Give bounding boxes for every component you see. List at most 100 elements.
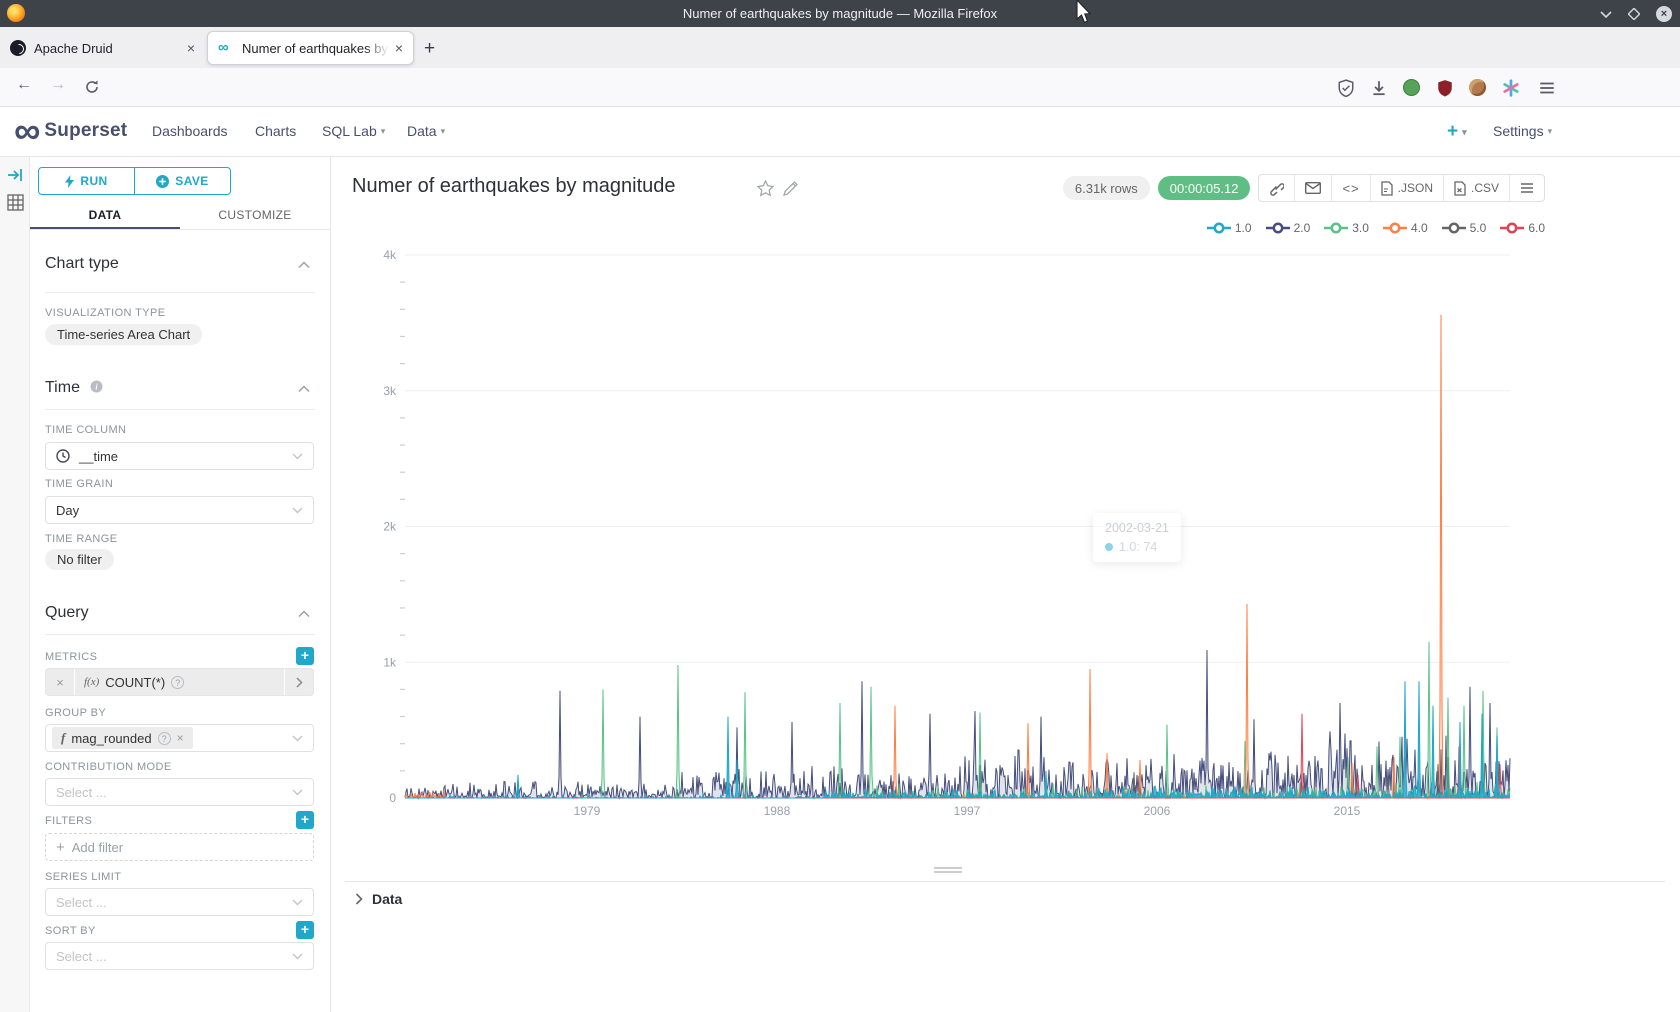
chart-title: Numer of earthquakes by magnitude — [352, 175, 676, 198]
legend-item-3.0[interactable]: 3.0 — [1324, 221, 1369, 235]
run-button[interactable]: RUN — [39, 168, 134, 194]
legend-marker-icon — [1324, 222, 1348, 234]
add-filter-plus-button[interactable]: + — [296, 811, 314, 829]
collapse-section-icon[interactable] — [298, 385, 310, 393]
extension-ublock-icon[interactable] — [1436, 79, 1454, 97]
chart-actions-toolbar: <> .JSON .CSV — [1258, 174, 1545, 202]
nav-charts[interactable]: Charts — [255, 123, 296, 139]
pocket-shield-icon[interactable] — [1337, 79, 1355, 97]
add-sort-by-button[interactable]: + — [296, 921, 314, 939]
sort-by-label: SORT BY — [45, 925, 96, 937]
series-limit-select[interactable]: Select ... — [45, 888, 314, 916]
legend-item-2.0[interactable]: 2.0 — [1266, 221, 1311, 235]
forward-button[interactable]: → — [50, 76, 66, 94]
time-column-select[interactable]: __time — [45, 442, 314, 470]
svg-text:1997: 1997 — [954, 804, 981, 818]
nav-sql-lab[interactable]: SQL Lab▾ — [322, 123, 385, 139]
group-by-chip[interactable]: f mag_rounded ? × — [52, 727, 193, 749]
tab-apache-druid[interactable]: Apache Druid × — [0, 31, 205, 65]
extension-asterisk-icon[interactable] — [1502, 79, 1520, 97]
export-csv-button[interactable]: .CSV — [1443, 175, 1509, 201]
group-by-select[interactable]: f mag_rounded ? × — [45, 724, 314, 752]
window-close-icon[interactable]: × — [1656, 6, 1672, 22]
legend-item-5.0[interactable]: 5.0 — [1442, 221, 1487, 235]
time-grain-label: TIME GRAIN — [45, 478, 113, 490]
series-limit-label: SERIES LIMIT — [45, 871, 121, 883]
superset-favicon-icon: ∞ — [218, 40, 234, 56]
embed-code-button[interactable]: <> — [1331, 175, 1369, 201]
section-chart-type: Chart type — [45, 255, 119, 273]
remove-metric-icon[interactable]: × — [46, 669, 75, 695]
sort-by-select[interactable]: Select ... — [45, 942, 314, 970]
mouse-cursor — [1076, 0, 1094, 26]
more-options-button[interactable] — [1509, 175, 1544, 201]
collapse-panel-icon[interactable] — [7, 168, 23, 182]
extension-cookie-icon[interactable] — [1469, 79, 1486, 96]
superset-navbar: ∞ Superset Dashboards Charts SQL Lab▾ Da… — [0, 107, 1680, 157]
contribution-mode-select[interactable]: Select ... — [45, 778, 314, 806]
legend-marker-icon — [1442, 222, 1466, 234]
nav-add-button[interactable]: +▾ — [1447, 121, 1467, 143]
contribution-mode-label: CONTRIBUTION MODE — [45, 761, 172, 773]
query-duration-badge: 00:00:05.12 — [1158, 176, 1251, 200]
svg-text:1979: 1979 — [574, 804, 601, 818]
legend-marker-icon — [1500, 222, 1524, 234]
time-range-label: TIME RANGE — [45, 533, 117, 545]
legend-item-4.0[interactable]: 4.0 — [1383, 221, 1428, 235]
menu-hamburger-icon[interactable] — [1538, 79, 1556, 97]
tab-superset-explore[interactable]: ∞ Numer of earthquakes by × — [207, 31, 414, 65]
panel-tabs: DATA CUSTOMIZE — [30, 203, 330, 230]
legend-item-6.0[interactable]: 6.0 — [1500, 221, 1545, 235]
window-minimize-icon[interactable] — [1600, 10, 1612, 18]
panel-resize-handle[interactable] — [934, 867, 962, 869]
tab-data[interactable]: DATA — [30, 203, 180, 229]
legend-item-1.0[interactable]: 1.0 — [1207, 221, 1252, 235]
timeseries-area-chart[interactable]: 01k2k3k4k19791988199720062015 — [350, 240, 1560, 830]
tab-close-icon[interactable]: × — [395, 40, 403, 56]
time-range-value[interactable]: No filter — [45, 549, 114, 570]
add-filter-dropzone[interactable]: + Add filter — [45, 833, 314, 861]
copy-link-button[interactable] — [1259, 175, 1294, 201]
metric-item[interactable]: × f(x) COUNT(*) ? — [45, 668, 314, 696]
add-metric-button[interactable]: + — [296, 647, 314, 665]
extension-privacy-badger-icon[interactable] — [1403, 79, 1420, 96]
svg-text:3k: 3k — [383, 384, 397, 398]
export-json-button[interactable]: .JSON — [1370, 175, 1443, 201]
edit-pencil-icon[interactable] — [783, 180, 799, 196]
nav-dashboards[interactable]: Dashboards — [152, 123, 228, 139]
favorite-star-icon[interactable] — [757, 180, 774, 197]
viz-type-value[interactable]: Time-series Area Chart — [45, 324, 202, 345]
superset-logo[interactable]: ∞ Superset — [14, 114, 127, 148]
data-section-toggle[interactable]: Data — [355, 891, 402, 907]
back-button[interactable]: ← — [16, 76, 32, 94]
menu-icon — [1520, 182, 1534, 194]
chart-legend: 1.0 2.0 3.0 4.0 5.0 6.0 — [1207, 221, 1545, 235]
browser-toolbar: ← → 172.18.0.3:32108/superset/explore/?f… — [0, 68, 1680, 107]
nav-settings[interactable]: Settings▾ — [1493, 123, 1552, 139]
expand-metric-icon[interactable] — [284, 669, 313, 695]
collapse-section-icon[interactable] — [298, 610, 310, 618]
email-button[interactable] — [1294, 175, 1331, 201]
plus-icon: + — [56, 839, 65, 856]
metrics-label: METRICS — [45, 651, 97, 663]
reload-button[interactable] — [84, 79, 100, 95]
collapse-section-icon[interactable] — [298, 261, 310, 269]
chevron-down-icon — [292, 735, 303, 742]
section-time: Time i — [45, 379, 103, 397]
link-icon — [1269, 181, 1284, 196]
new-tab-button[interactable]: + — [424, 38, 435, 60]
save-button[interactable]: SAVE — [134, 168, 230, 194]
panel-resize-handle[interactable] — [934, 871, 962, 873]
nav-data[interactable]: Data▾ — [407, 123, 445, 139]
window-maximize-icon[interactable] — [1628, 8, 1640, 20]
dataset-grid-icon[interactable] — [7, 194, 24, 211]
remove-chip-icon[interactable]: × — [177, 731, 184, 745]
tab-customize[interactable]: CUSTOMIZE — [180, 203, 330, 229]
downloads-icon[interactable] — [1370, 79, 1388, 97]
tab-close-icon[interactable]: × — [187, 40, 195, 56]
chevron-down-icon — [292, 953, 303, 960]
time-grain-select[interactable]: Day — [45, 496, 314, 524]
window-titlebar[interactable]: Numer of earthquakes by magnitude — Mozi… — [0, 0, 1680, 27]
chevron-right-icon — [355, 893, 363, 905]
envelope-icon — [1305, 182, 1321, 194]
